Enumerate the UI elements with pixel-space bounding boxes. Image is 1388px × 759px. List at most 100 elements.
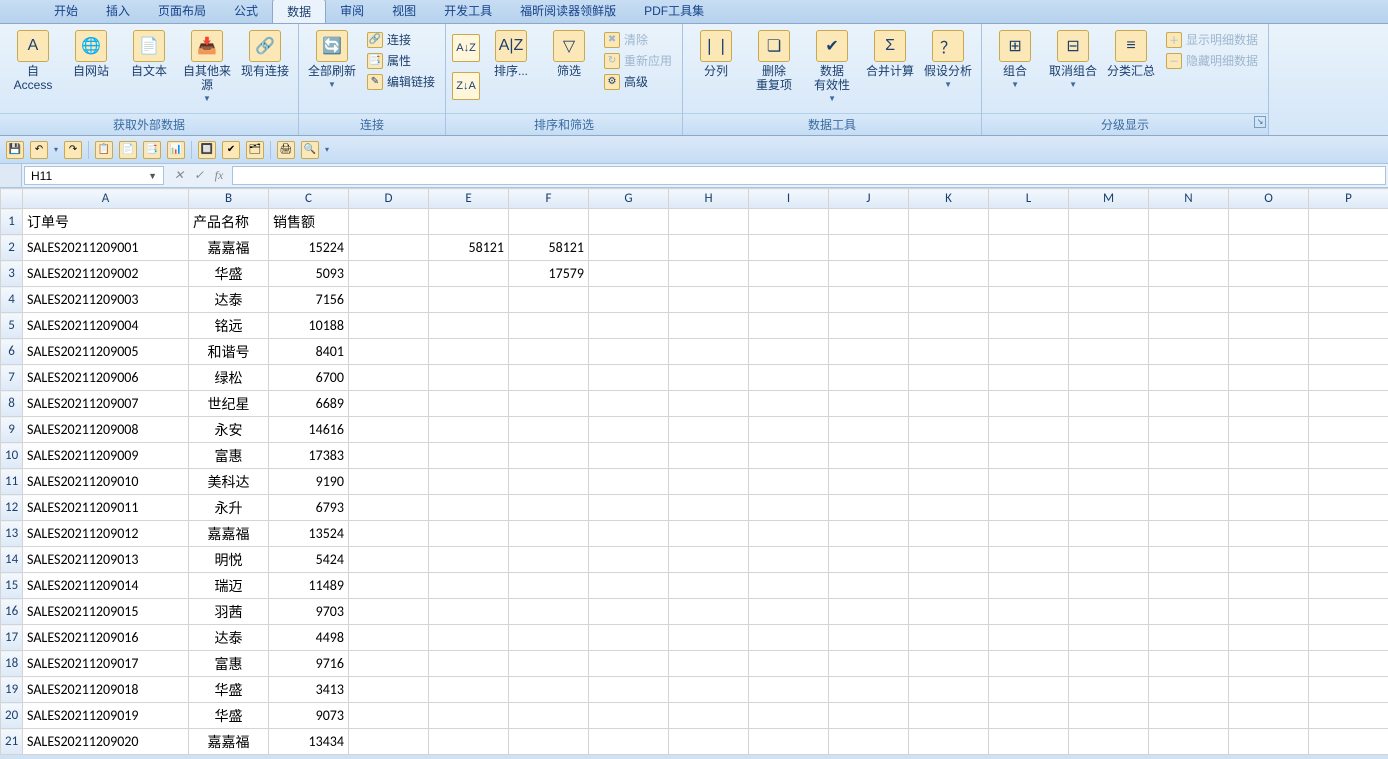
row-header-21[interactable]: 21: [1, 729, 23, 755]
cell-C11[interactable]: 9190: [269, 469, 349, 495]
ungroup-dropdown-icon[interactable]: ▼: [1069, 80, 1077, 89]
cell-K3[interactable]: [909, 261, 989, 287]
col-header-O[interactable]: O: [1229, 189, 1309, 209]
cell-I13[interactable]: [749, 521, 829, 547]
cell-B10[interactable]: 富惠: [189, 443, 269, 469]
cell-G14[interactable]: [589, 547, 669, 573]
cell-J6[interactable]: [829, 339, 909, 365]
cell-H16[interactable]: [669, 599, 749, 625]
cell-N17[interactable]: [1149, 625, 1229, 651]
qat-btn-2[interactable]: 📄: [119, 141, 137, 159]
cell-I3[interactable]: [749, 261, 829, 287]
cell-H11[interactable]: [669, 469, 749, 495]
cell-L5[interactable]: [989, 313, 1069, 339]
cell-G12[interactable]: [589, 495, 669, 521]
cell-O12[interactable]: [1229, 495, 1309, 521]
group-button[interactable]: ⊞组合▼: [988, 28, 1042, 91]
cell-N5[interactable]: [1149, 313, 1229, 339]
subtotal-button[interactable]: ≡分类汇总: [1104, 28, 1158, 80]
cell-I11[interactable]: [749, 469, 829, 495]
row-header-18[interactable]: 18: [1, 651, 23, 677]
qat-redo-icon[interactable]: ↷: [64, 141, 82, 159]
qat-btn-6[interactable]: ✔: [222, 141, 240, 159]
cell-I1[interactable]: [749, 209, 829, 235]
tab-审阅[interactable]: 审阅: [326, 0, 378, 23]
cell-K18[interactable]: [909, 651, 989, 677]
cell-E2[interactable]: 58121: [429, 235, 509, 261]
tab-公式[interactable]: 公式: [220, 0, 272, 23]
from-other-button[interactable]: 📥自其他来源▼: [180, 28, 234, 105]
cell-N11[interactable]: [1149, 469, 1229, 495]
cell-P14[interactable]: [1309, 547, 1388, 573]
cell-G21[interactable]: [589, 729, 669, 755]
cell-K15[interactable]: [909, 573, 989, 599]
cell-D16[interactable]: [349, 599, 429, 625]
row-header-13[interactable]: 13: [1, 521, 23, 547]
cell-L10[interactable]: [989, 443, 1069, 469]
row-header-2[interactable]: 2: [1, 235, 23, 261]
cell-O16[interactable]: [1229, 599, 1309, 625]
cell-D21[interactable]: [349, 729, 429, 755]
cell-A3[interactable]: SALES20211209002: [23, 261, 189, 287]
from-access-button[interactable]: A自 Access: [6, 28, 60, 94]
cell-A7[interactable]: SALES20211209006: [23, 365, 189, 391]
cell-I4[interactable]: [749, 287, 829, 313]
cell-H8[interactable]: [669, 391, 749, 417]
cell-B18[interactable]: 富惠: [189, 651, 269, 677]
cell-N13[interactable]: [1149, 521, 1229, 547]
cell-B14[interactable]: 明悦: [189, 547, 269, 573]
cell-O14[interactable]: [1229, 547, 1309, 573]
remove-duplicates-button[interactable]: ❏删除 重复项: [747, 28, 801, 94]
cell-E9[interactable]: [429, 417, 509, 443]
from-text-button[interactable]: 📄自文本: [122, 28, 176, 80]
cell-C17[interactable]: 4498: [269, 625, 349, 651]
row-header-8[interactable]: 8: [1, 391, 23, 417]
cell-O5[interactable]: [1229, 313, 1309, 339]
consolidate-button[interactable]: Σ合并计算: [863, 28, 917, 80]
cell-D19[interactable]: [349, 677, 429, 703]
cell-A10[interactable]: SALES20211209009: [23, 443, 189, 469]
cell-I8[interactable]: [749, 391, 829, 417]
cell-C3[interactable]: 5093: [269, 261, 349, 287]
cell-N7[interactable]: [1149, 365, 1229, 391]
cell-F11[interactable]: [509, 469, 589, 495]
cell-C8[interactable]: 6689: [269, 391, 349, 417]
cell-D11[interactable]: [349, 469, 429, 495]
formula-input[interactable]: [232, 166, 1386, 185]
cell-C13[interactable]: 13524: [269, 521, 349, 547]
cell-K17[interactable]: [909, 625, 989, 651]
cell-E1[interactable]: [429, 209, 509, 235]
cell-A14[interactable]: SALES20211209013: [23, 547, 189, 573]
qat-btn-9[interactable]: 🔍: [301, 141, 319, 159]
cell-J15[interactable]: [829, 573, 909, 599]
cell-K14[interactable]: [909, 547, 989, 573]
cell-P15[interactable]: [1309, 573, 1388, 599]
cell-N12[interactable]: [1149, 495, 1229, 521]
cell-G16[interactable]: [589, 599, 669, 625]
col-header-N[interactable]: N: [1149, 189, 1229, 209]
cell-K10[interactable]: [909, 443, 989, 469]
cell-O4[interactable]: [1229, 287, 1309, 313]
cell-M20[interactable]: [1069, 703, 1149, 729]
cell-A21[interactable]: SALES20211209020: [23, 729, 189, 755]
cell-K7[interactable]: [909, 365, 989, 391]
cell-L20[interactable]: [989, 703, 1069, 729]
col-header-C[interactable]: C: [269, 189, 349, 209]
cell-P3[interactable]: [1309, 261, 1388, 287]
cell-P11[interactable]: [1309, 469, 1388, 495]
row-header-11[interactable]: 11: [1, 469, 23, 495]
cell-J8[interactable]: [829, 391, 909, 417]
cell-G15[interactable]: [589, 573, 669, 599]
qat-btn-1[interactable]: 📋: [95, 141, 113, 159]
cell-D2[interactable]: [349, 235, 429, 261]
cell-H12[interactable]: [669, 495, 749, 521]
cell-H19[interactable]: [669, 677, 749, 703]
col-header-K[interactable]: K: [909, 189, 989, 209]
cell-B13[interactable]: 嘉嘉福: [189, 521, 269, 547]
cell-P18[interactable]: [1309, 651, 1388, 677]
cell-H18[interactable]: [669, 651, 749, 677]
cell-C10[interactable]: 17383: [269, 443, 349, 469]
cell-M7[interactable]: [1069, 365, 1149, 391]
cell-G20[interactable]: [589, 703, 669, 729]
row-header-1[interactable]: 1: [1, 209, 23, 235]
